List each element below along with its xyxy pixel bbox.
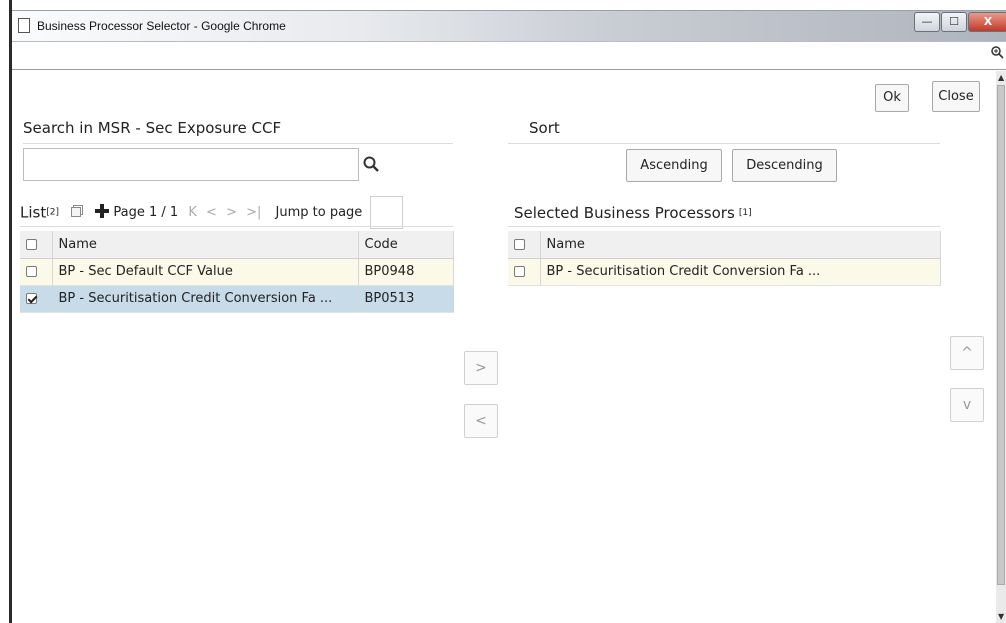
search-divider bbox=[23, 143, 453, 144]
selected-divider bbox=[508, 226, 940, 227]
close-button[interactable]: Close bbox=[932, 81, 980, 112]
last-page-icon[interactable]: >| bbox=[246, 205, 261, 220]
available-list-table: Name Code BP - Sec Default CCF Value BP0… bbox=[20, 231, 454, 313]
window-close-button[interactable]: X bbox=[968, 12, 1006, 32]
sort-ascending-button[interactable]: Ascending bbox=[626, 149, 722, 182]
scroll-up-icon[interactable]: ▲ bbox=[998, 73, 1004, 82]
window-title: Business Processor Selector - Google Chr… bbox=[37, 19, 286, 33]
row-checkbox[interactable] bbox=[514, 266, 525, 277]
next-page-icon[interactable]: > bbox=[226, 205, 237, 220]
selected-column-header-name[interactable]: Name bbox=[540, 231, 941, 259]
selected-count: [1] bbox=[738, 208, 752, 218]
list-toolbar: List[2] Page 1 / 1 K < > >| Jump to page bbox=[20, 196, 404, 229]
scroll-thumb[interactable] bbox=[997, 85, 1005, 585]
dialog-content: Ok Close Search in MSR - Sec Exposure CC… bbox=[12, 71, 996, 623]
vertical-scrollbar[interactable]: ▲ ▼ bbox=[996, 71, 1006, 623]
page-indicator: Page 1 / 1 bbox=[113, 205, 179, 220]
address-bar bbox=[12, 43, 1006, 70]
select-all-checkbox[interactable] bbox=[26, 238, 37, 250]
copy-icon[interactable] bbox=[71, 204, 87, 221]
column-header-name[interactable]: Name bbox=[52, 231, 359, 259]
table-row[interactable]: BP - Securitisation Credit Conversion Fa… bbox=[20, 285, 454, 313]
table-header-row: Name Code bbox=[20, 231, 454, 259]
first-page-icon[interactable]: K bbox=[188, 205, 197, 220]
selected-list-table: Name BP - Securitisation Credit Conversi… bbox=[508, 231, 941, 286]
list-count: [2] bbox=[46, 207, 59, 218]
table-row[interactable]: BP - Securitisation Credit Conversion Fa… bbox=[508, 258, 941, 286]
select-all-checkbox-cell[interactable] bbox=[20, 231, 53, 259]
row-code: BP0513 bbox=[358, 285, 454, 313]
ok-button[interactable]: Ok bbox=[875, 84, 909, 112]
sort-descending-button[interactable]: Descending bbox=[732, 149, 837, 182]
move-left-button[interactable]: < bbox=[464, 404, 498, 438]
selected-label: Selected Business Processors bbox=[514, 204, 735, 222]
row-checkbox[interactable] bbox=[26, 266, 37, 277]
add-icon[interactable] bbox=[95, 203, 113, 222]
list-divider bbox=[20, 226, 453, 227]
move-right-button[interactable]: > bbox=[464, 351, 498, 385]
search-label: Search in MSR - Sec Exposure CCF bbox=[23, 119, 282, 137]
search-input[interactable] bbox=[23, 148, 359, 181]
maximize-button[interactable]: ☐ bbox=[941, 12, 967, 32]
scroll-down-icon[interactable]: ▼ bbox=[998, 612, 1004, 621]
search-icon[interactable] bbox=[363, 156, 379, 176]
row-checkbox[interactable] bbox=[26, 293, 37, 304]
list-label: List bbox=[20, 203, 47, 222]
sort-label: Sort bbox=[529, 119, 560, 137]
row-name: BP - Sec Default CCF Value bbox=[52, 258, 359, 286]
jump-to-page-input[interactable] bbox=[370, 196, 404, 229]
row-name: BP - Securitisation Credit Conversion Fa… bbox=[52, 285, 359, 313]
move-down-button[interactable]: v bbox=[950, 388, 984, 422]
row-code: BP0948 bbox=[358, 258, 454, 286]
selected-select-all-checkbox[interactable] bbox=[514, 238, 525, 250]
column-header-code[interactable]: Code bbox=[358, 231, 454, 259]
window-frame-left bbox=[0, 0, 12, 623]
table-row[interactable]: BP - Sec Default CCF Value BP0948 bbox=[20, 258, 454, 286]
row-name: BP - Securitisation Credit Conversion Fa… bbox=[540, 258, 941, 286]
zoom-icon[interactable] bbox=[991, 46, 1004, 63]
minimize-button[interactable]: — bbox=[914, 12, 940, 32]
selected-header-row: Name bbox=[508, 231, 941, 259]
jump-to-page-label: Jump to page bbox=[275, 205, 363, 220]
window-titlebar[interactable]: Business Processor Selector - Google Chr… bbox=[12, 10, 1006, 42]
page-icon bbox=[18, 18, 30, 33]
sort-divider bbox=[508, 143, 940, 144]
move-up-button[interactable]: ^ bbox=[950, 336, 984, 370]
selected-header: Selected Business Processors [1] bbox=[514, 204, 752, 222]
prev-page-icon[interactable]: < bbox=[206, 205, 217, 220]
